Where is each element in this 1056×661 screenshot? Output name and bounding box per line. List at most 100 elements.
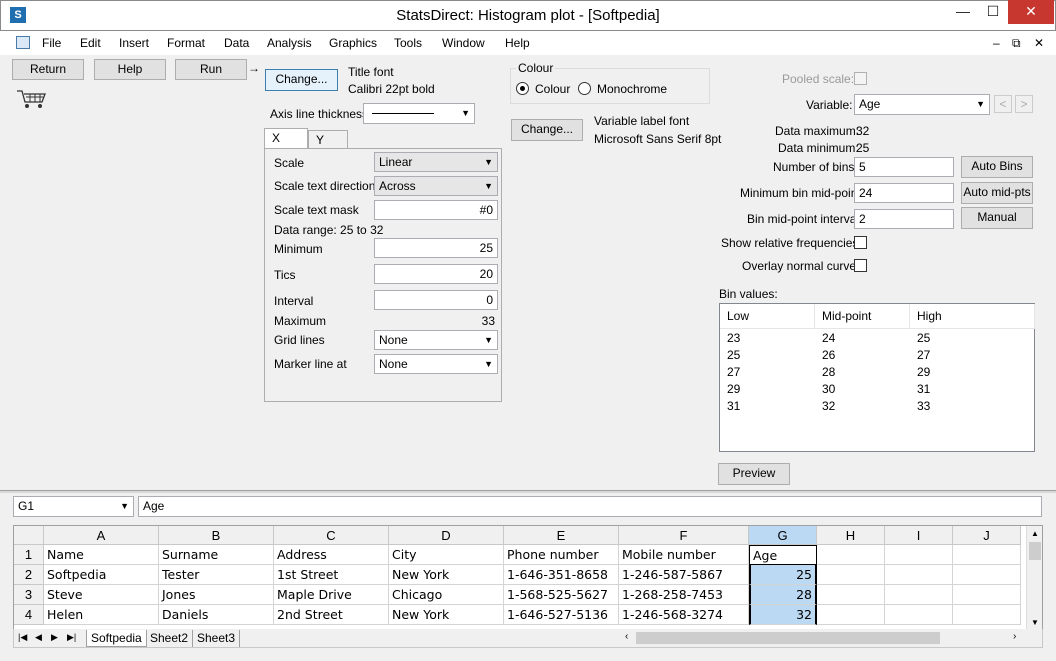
column-header[interactable]: A (44, 526, 159, 545)
menu-window[interactable]: Window (442, 36, 485, 50)
minimize-button[interactable]: — (946, 0, 980, 24)
horizontal-scroll-thumb[interactable] (636, 632, 940, 644)
marker-line-select[interactable]: None ▼ (374, 354, 498, 374)
table-cell[interactable] (817, 605, 885, 625)
menu-data[interactable]: Data (224, 36, 249, 50)
table-cell[interactable]: 1-268-258-7453 (619, 585, 749, 605)
grid-lines-select[interactable]: None ▼ (374, 330, 498, 350)
table-cell[interactable]: 1-568-525-5627 (504, 585, 619, 605)
table-cell[interactable] (885, 585, 953, 605)
sheet-tab-softpedia[interactable]: Softpedia (86, 630, 147, 647)
scale-select[interactable]: Linear ▼ (374, 152, 498, 172)
sheet-tab-sheet3[interactable]: Sheet3 (193, 630, 241, 647)
table-cell[interactable] (885, 565, 953, 585)
return-button[interactable]: Return (12, 59, 84, 80)
menu-analysis[interactable]: Analysis (267, 36, 312, 50)
table-cell[interactable] (885, 605, 953, 625)
table-cell[interactable] (953, 545, 1021, 565)
table-cell[interactable]: Tester (159, 565, 274, 585)
table-cell[interactable]: 32 (749, 605, 817, 625)
tab-y[interactable]: Y (308, 130, 348, 149)
select-all-corner[interactable] (14, 526, 44, 545)
table-cell[interactable]: 1st Street (274, 565, 389, 585)
row-header[interactable]: 1 (14, 545, 44, 565)
row-header[interactable]: 3 (14, 585, 44, 605)
interval-input[interactable]: 0 (374, 290, 498, 310)
scroll-down-icon[interactable]: ▼ (1031, 618, 1039, 627)
variable-font-change-button[interactable]: Change... (511, 119, 583, 141)
menu-tools[interactable]: Tools (394, 36, 422, 50)
help-button[interactable]: Help (94, 59, 166, 80)
monochrome-radio[interactable] (578, 82, 591, 95)
bin-midpoint-interval-input[interactable]: 2 (854, 209, 954, 229)
mdi-close-button[interactable]: ✕ (1034, 36, 1044, 50)
bin-values-list[interactable]: Low Mid-point High 23 24 25 25 26 27 27 … (719, 303, 1035, 452)
document-icon[interactable] (16, 36, 30, 49)
first-sheet-icon[interactable]: |◀ (18, 632, 27, 643)
scroll-left-icon[interactable]: ‹ (625, 631, 628, 642)
table-cell[interactable] (817, 585, 885, 605)
table-cell[interactable]: 1-646-527-5136 (504, 605, 619, 625)
column-header-midpoint[interactable]: Mid-point (815, 304, 910, 328)
column-header-high[interactable]: High (910, 304, 1035, 328)
column-header[interactable]: E (504, 526, 619, 545)
column-header[interactable]: D (389, 526, 504, 545)
horizontal-scrollbar[interactable]: ‹ › (621, 630, 1026, 647)
relative-frequencies-checkbox[interactable] (854, 236, 867, 249)
table-cell[interactable]: Helen (44, 605, 159, 625)
table-cell[interactable] (953, 565, 1021, 585)
colour-radio[interactable] (516, 82, 529, 95)
table-cell[interactable]: New York (389, 565, 504, 585)
table-cell[interactable]: Jones (159, 585, 274, 605)
tab-x[interactable]: X (264, 128, 308, 150)
tics-input[interactable]: 20 (374, 264, 498, 284)
menu-edit[interactable]: Edit (80, 36, 101, 50)
shopping-cart-icon[interactable] (16, 88, 48, 110)
table-cell[interactable]: 1-646-351-8658 (504, 565, 619, 585)
menu-help[interactable]: Help (505, 36, 530, 50)
vertical-scrollbar[interactable]: ▲ ▼ (1026, 526, 1042, 630)
column-header[interactable]: I (885, 526, 953, 545)
last-sheet-icon[interactable]: ▶| (67, 632, 76, 643)
previous-variable-button[interactable]: < (994, 95, 1012, 113)
minimum-bin-midpoint-input[interactable]: 24 (854, 183, 954, 203)
table-cell[interactable]: Daniels (159, 605, 274, 625)
menu-graphics[interactable]: Graphics (329, 36, 377, 50)
row-header[interactable]: 4 (14, 605, 44, 625)
row-header[interactable]: 2 (14, 565, 44, 585)
table-cell[interactable]: Surname (159, 545, 274, 565)
maximize-button[interactable]: ☐ (976, 0, 1010, 24)
mdi-minimize-button[interactable]: – (993, 36, 1000, 50)
spreadsheet-grid[interactable]: A B C D E F G H I J 1 2 3 4 Name Surname… (13, 525, 1043, 631)
mdi-restore-button[interactable]: ⧉ (1012, 36, 1021, 51)
table-cell[interactable]: Address (274, 545, 389, 565)
manual-button[interactable]: Manual (961, 207, 1033, 229)
column-header[interactable]: G (749, 526, 817, 545)
column-header[interactable]: H (817, 526, 885, 545)
scale-mask-input[interactable]: #0 (374, 200, 498, 220)
minimum-input[interactable]: 25 (374, 238, 498, 258)
table-cell[interactable] (953, 585, 1021, 605)
scroll-right-icon[interactable]: › (1013, 631, 1016, 642)
scroll-up-icon[interactable]: ▲ (1031, 529, 1039, 538)
table-cell[interactable]: Maple Drive (274, 585, 389, 605)
auto-bins-button[interactable]: Auto Bins (961, 156, 1033, 178)
menu-insert[interactable]: Insert (119, 36, 149, 50)
formula-input[interactable]: Age (138, 496, 1042, 517)
run-button[interactable]: Run (175, 59, 247, 80)
auto-midpoints-button[interactable]: Auto mid-pts (961, 182, 1033, 204)
table-cell[interactable]: Chicago (389, 585, 504, 605)
vertical-scroll-thumb[interactable] (1029, 542, 1041, 560)
table-cell[interactable]: 25 (749, 565, 817, 585)
previous-sheet-icon[interactable]: ◀ (35, 632, 42, 643)
table-cell[interactable] (817, 545, 885, 565)
preview-button[interactable]: Preview (718, 463, 790, 485)
table-cell[interactable]: Steve (44, 585, 159, 605)
table-cell[interactable]: Mobile number (619, 545, 749, 565)
table-cell[interactable]: Name (44, 545, 159, 565)
next-sheet-icon[interactable]: ▶ (51, 632, 58, 643)
table-cell[interactable]: Softpedia (44, 565, 159, 585)
axis-line-thickness-select[interactable]: ▼ (363, 103, 475, 124)
table-cell[interactable]: 2nd Street (274, 605, 389, 625)
overlay-normal-checkbox[interactable] (854, 259, 867, 272)
